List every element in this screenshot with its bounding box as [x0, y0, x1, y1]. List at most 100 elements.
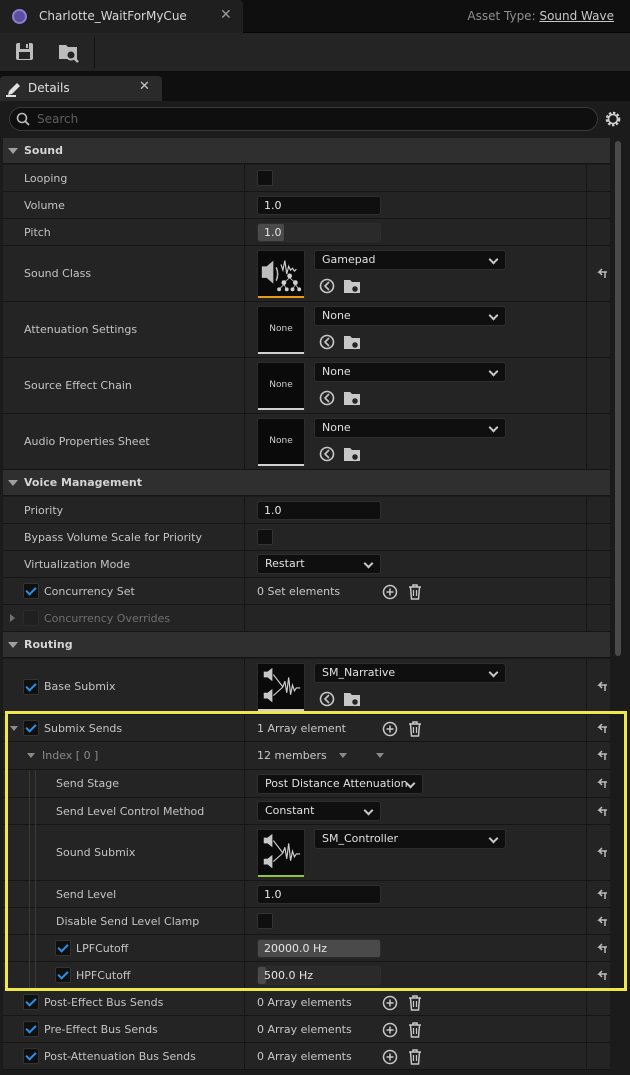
bypass-volume-scale-checkbox[interactable]	[257, 529, 273, 545]
chevron-down-icon[interactable]	[376, 753, 384, 758]
collapse-arrow-icon[interactable]	[10, 726, 18, 731]
source-effect-thumbnail[interactable]: None	[257, 362, 305, 410]
asset-type-link[interactable]: Sound Wave	[539, 9, 614, 23]
asset-type-label: Asset Type:	[467, 9, 536, 23]
row-pitch: Pitch 1.0	[3, 219, 610, 246]
reset-to-default-icon[interactable]	[596, 681, 608, 693]
row-pre-effect-bus-sends: Pre-Effect Bus Sends 0 Array elements	[3, 1016, 610, 1043]
browse-asset-icon[interactable]	[343, 333, 361, 351]
reset-to-default-icon[interactable]	[596, 847, 608, 859]
expand-arrow-icon[interactable]	[10, 614, 15, 622]
lpf-cutoff-slider[interactable]: 20000.0 Hz	[257, 939, 381, 958]
audio-properties-thumbnail[interactable]: None	[257, 418, 305, 466]
scrollbar-thumb[interactable]	[615, 141, 621, 656]
looping-checkbox[interactable]	[257, 170, 273, 186]
post-effect-bus-sends-checkbox[interactable]	[23, 994, 39, 1010]
tab-details-label: Details	[28, 81, 70, 95]
virtualization-mode-dropdown[interactable]: Restart	[257, 554, 381, 574]
sound-class-color-bar	[258, 296, 304, 298]
hpf-cutoff-slider[interactable]: 500.0 Hz	[257, 966, 381, 985]
gear-icon[interactable]	[603, 109, 623, 129]
audio-properties-sheet-label: Audio Properties Sheet	[24, 435, 150, 448]
base-submix-checkbox[interactable]	[23, 679, 39, 695]
panel-tab-bar: Details ✕	[0, 72, 630, 101]
base-submix-dropdown[interactable]: SM_Narrative	[314, 663, 506, 683]
sound-submix-dropdown[interactable]: SM_Controller	[314, 829, 506, 849]
pitch-slider[interactable]: 1.0	[257, 223, 381, 242]
attenuation-thumbnail[interactable]: None	[257, 306, 305, 354]
reset-to-default-icon[interactable]	[596, 916, 608, 928]
send-level-field[interactable]: 1.0	[257, 885, 381, 904]
details-scrollbar[interactable]	[613, 138, 623, 1074]
attenuation-dropdown[interactable]: None	[314, 306, 506, 326]
use-selected-icon[interactable]	[318, 690, 336, 708]
reset-to-default-icon[interactable]	[596, 750, 608, 762]
source-effect-dropdown[interactable]: None	[314, 362, 506, 382]
category-voice-management[interactable]: Voice Management	[3, 470, 610, 496]
add-element-icon[interactable]	[381, 1048, 399, 1066]
category-sound[interactable]: Sound	[3, 138, 610, 164]
reset-to-default-icon[interactable]	[596, 778, 608, 790]
tab-details[interactable]: Details ✕	[0, 76, 162, 101]
reset-to-default-icon[interactable]	[596, 970, 608, 982]
document-tab[interactable]: Charlotte_WaitForMyCue ✕	[0, 0, 243, 33]
post-attenuation-bus-sends-checkbox[interactable]	[23, 1048, 39, 1064]
concurrency-overrides-checkbox[interactable]	[23, 610, 39, 626]
use-selected-icon[interactable]	[318, 445, 336, 463]
category-routing[interactable]: Routing	[3, 632, 610, 658]
browse-to-asset-icon[interactable]	[56, 39, 82, 65]
browse-asset-icon[interactable]	[343, 690, 361, 708]
asset-type-indicator: Asset Type: Sound Wave	[467, 9, 614, 23]
send-stage-dropdown[interactable]: Post Distance Attenuation	[257, 774, 423, 794]
audio-properties-dropdown[interactable]: None	[314, 418, 506, 438]
trash-icon[interactable]	[406, 994, 424, 1012]
chevron-down-icon[interactable]	[339, 753, 347, 758]
browse-asset-icon[interactable]	[343, 277, 361, 295]
concurrency-set-checkbox[interactable]	[23, 583, 39, 599]
reset-to-default-icon[interactable]	[596, 889, 608, 901]
add-element-icon[interactable]	[381, 583, 399, 601]
reset-to-default-icon[interactable]	[596, 943, 608, 955]
tree-indent-guide	[29, 770, 30, 989]
use-selected-icon[interactable]	[318, 333, 336, 351]
save-icon[interactable]	[12, 39, 38, 65]
add-element-icon[interactable]	[381, 994, 399, 1012]
trash-icon[interactable]	[406, 583, 424, 601]
sound-class-label: Sound Class	[24, 267, 92, 280]
row-volume: Volume 1.0	[3, 192, 610, 219]
trash-icon[interactable]	[406, 1021, 424, 1039]
hpf-cutoff-checkbox[interactable]	[55, 967, 71, 983]
reset-to-default-icon[interactable]	[596, 268, 608, 280]
browse-asset-icon[interactable]	[343, 389, 361, 407]
trash-icon[interactable]	[406, 720, 424, 738]
row-base-submix: Base Submix SM_Narrative	[3, 659, 610, 715]
reset-to-default-icon[interactable]	[596, 723, 608, 735]
sound-class-thumbnail[interactable]	[257, 250, 305, 298]
search-input[interactable]: Search	[9, 107, 598, 131]
base-submix-thumbnail[interactable]	[257, 663, 305, 711]
collapse-arrow-icon	[8, 479, 18, 486]
sound-submix-thumbnail[interactable]	[257, 829, 305, 877]
disable-send-level-clamp-checkbox[interactable]	[257, 913, 273, 929]
send-stage-label: Send Stage	[56, 777, 119, 790]
close-tab-icon[interactable]: ✕	[220, 7, 232, 23]
close-details-tab-icon[interactable]: ✕	[139, 79, 150, 94]
collapse-arrow-icon[interactable]	[27, 753, 35, 758]
send-level-control-method-dropdown[interactable]: Constant	[257, 801, 381, 821]
category-voice-management-label: Voice Management	[24, 476, 143, 489]
post-effect-bus-sends-label: Post-Effect Bus Sends	[44, 995, 164, 1009]
lpf-cutoff-checkbox[interactable]	[55, 940, 71, 956]
use-selected-icon[interactable]	[318, 389, 336, 407]
add-element-icon[interactable]	[381, 1021, 399, 1039]
sound-class-dropdown[interactable]: Gamepad	[314, 250, 506, 270]
reset-to-default-icon[interactable]	[596, 806, 608, 818]
category-sound-label: Sound	[24, 144, 64, 157]
volume-field[interactable]: 1.0	[257, 196, 381, 215]
browse-asset-icon[interactable]	[343, 445, 361, 463]
add-element-icon[interactable]	[381, 720, 399, 738]
trash-icon[interactable]	[406, 1048, 424, 1066]
use-selected-icon[interactable]	[318, 277, 336, 295]
pre-effect-bus-sends-checkbox[interactable]	[23, 1021, 39, 1037]
priority-field[interactable]: 1.0	[257, 501, 381, 520]
submix-sends-checkbox[interactable]	[23, 720, 39, 736]
